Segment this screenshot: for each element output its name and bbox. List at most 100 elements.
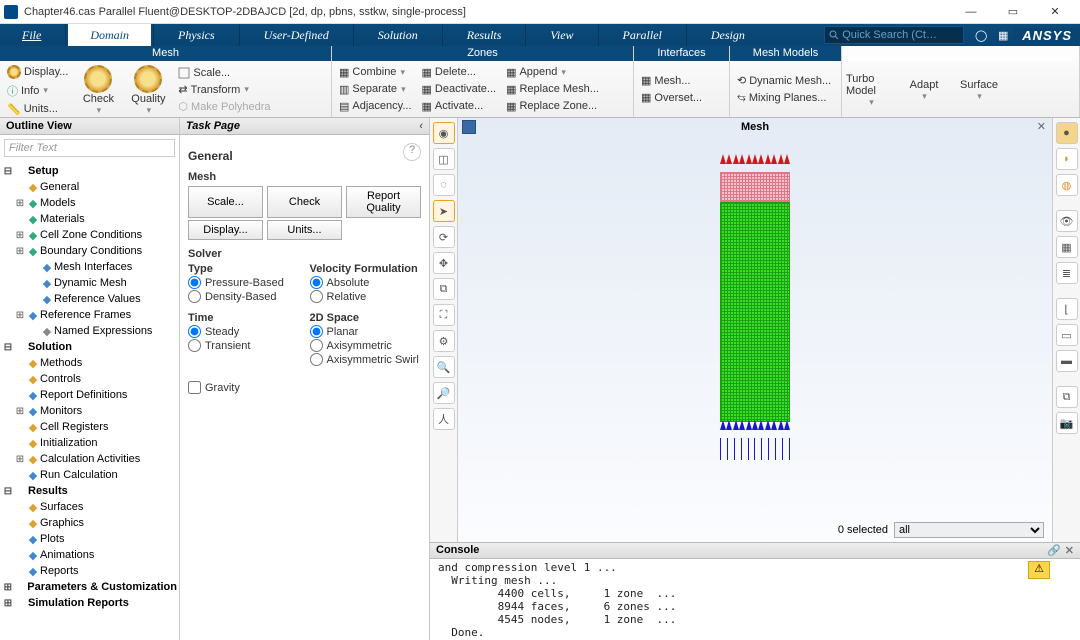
- menu-results[interactable]: Results: [445, 24, 524, 46]
- replace-mesh-button[interactable]: ▦Replace Mesh...: [503, 82, 602, 97]
- dynamic-mesh-button[interactable]: ⟲Dynamic Mesh...: [734, 73, 834, 88]
- task-report-quality-button[interactable]: Report Quality: [346, 186, 421, 218]
- tree-node[interactable]: ⊟Solution: [0, 339, 179, 355]
- task-display-button[interactable]: Display...: [188, 220, 263, 240]
- turbo-model-button[interactable]: Turbo Model▾: [846, 63, 896, 117]
- make-polyhedra-button[interactable]: ⬡Make Polyhedra: [175, 99, 273, 114]
- drop-icon[interactable]: ◗: [1056, 148, 1078, 170]
- task-check-button[interactable]: Check: [267, 186, 342, 218]
- object-icon[interactable]: ◍: [1056, 174, 1078, 196]
- tree-node[interactable]: ◆Surfaces: [0, 499, 179, 515]
- console-output[interactable]: and compression level 1 ... Writing mesh…: [430, 559, 1080, 640]
- check-button[interactable]: Check▾: [75, 63, 121, 117]
- tree-node[interactable]: ⊞◆Cell Zone Conditions: [0, 227, 179, 243]
- ruler-icon[interactable]: ▬: [1056, 350, 1078, 372]
- tree-node[interactable]: ◆Plots: [0, 531, 179, 547]
- tree-node[interactable]: ⊞◆Monitors: [0, 403, 179, 419]
- quality-button[interactable]: Quality▾: [125, 63, 171, 117]
- tree-node[interactable]: ◆Controls: [0, 371, 179, 387]
- tree-node[interactable]: ⊟Setup: [0, 163, 179, 179]
- task-close-icon[interactable]: ‹: [419, 120, 423, 132]
- pointer-icon[interactable]: ➤: [433, 200, 455, 222]
- tree-node[interactable]: ◆Animations: [0, 547, 179, 563]
- relative-radio[interactable]: Relative: [310, 290, 422, 303]
- maximize-button[interactable]: ▭: [992, 1, 1034, 23]
- help-icon[interactable]: ◯: [970, 29, 992, 42]
- density-based-radio[interactable]: Density-Based: [188, 290, 300, 303]
- tree-node[interactable]: ◆Named Expressions: [0, 323, 179, 339]
- menu-solution[interactable]: Solution: [356, 24, 440, 46]
- quick-search[interactable]: Quick Search (Ct…: [824, 26, 964, 44]
- surface-button[interactable]: Surface▾: [952, 63, 1006, 117]
- planar-radio[interactable]: Planar: [310, 325, 422, 338]
- bar-icon[interactable]: ▭: [1056, 324, 1078, 346]
- tree-node[interactable]: ⊞◆Boundary Conditions: [0, 243, 179, 259]
- tree-node[interactable]: ◆Reference Values: [0, 291, 179, 307]
- tree-node[interactable]: ⊞Parameters & Customization: [0, 579, 179, 595]
- tree-node[interactable]: ◆Methods: [0, 355, 179, 371]
- camera-icon[interactable]: 📷: [1056, 412, 1078, 434]
- tree-node[interactable]: ◆General: [0, 179, 179, 195]
- layers-icon[interactable]: ≣: [1056, 262, 1078, 284]
- display-button[interactable]: Display...: [4, 64, 71, 80]
- menu-view[interactable]: View: [528, 24, 595, 46]
- console-link-icon[interactable]: 🔗: [1047, 544, 1061, 557]
- activate-button[interactable]: ▦Activate...: [419, 99, 500, 114]
- task-scale-button[interactable]: Scale...: [188, 186, 263, 218]
- absolute-radio[interactable]: Absolute: [310, 276, 422, 289]
- tree-node[interactable]: ⊞◆Calculation Activities: [0, 451, 179, 467]
- tree-node[interactable]: ◆Run Calculation: [0, 467, 179, 483]
- combine-button[interactable]: ▦Combine▾: [336, 65, 415, 80]
- graphics-viewport[interactable]: ◉ ◫ ◌ ➤ ⟳ ✥ ⧉ ⛶ ⚙ 🔍 🔎 人 Mesh ✕: [430, 118, 1080, 542]
- selection-filter[interactable]: all: [894, 522, 1044, 538]
- tree-node[interactable]: ◆Reports: [0, 563, 179, 579]
- tree-node[interactable]: ⊞◆Models: [0, 195, 179, 211]
- tree-node[interactable]: ◆Graphics: [0, 515, 179, 531]
- chart-icon[interactable]: ⌊: [1056, 298, 1078, 320]
- transform-button[interactable]: ⇄Transform▾: [175, 82, 273, 97]
- mixing-planes-button[interactable]: ⥃Mixing Planes...: [734, 90, 834, 105]
- tree-node[interactable]: ◆Report Definitions: [0, 387, 179, 403]
- tree-node[interactable]: ◆Materials: [0, 211, 179, 227]
- console-clear-icon[interactable]: ✕: [1065, 544, 1074, 557]
- tools-icon[interactable]: ⚙: [433, 330, 455, 352]
- adjacency-button[interactable]: ▤Adjacency...: [336, 99, 415, 114]
- warning-icon[interactable]: ⚠: [1028, 561, 1050, 579]
- viewport-close-icon[interactable]: ✕: [1037, 120, 1046, 133]
- menu-parallel[interactable]: Parallel: [601, 24, 684, 46]
- fit-icon[interactable]: ⛶: [433, 304, 455, 326]
- rotate-icon[interactable]: ⟳: [433, 226, 455, 248]
- task-units-button[interactable]: Units...: [267, 220, 342, 240]
- outline-tree[interactable]: ⊟Setup◆General⊞◆Models◆Materials⊞◆Cell Z…: [0, 161, 179, 640]
- sphere-icon[interactable]: ●: [1056, 122, 1078, 144]
- deactivate-button[interactable]: ▦Deactivate...: [419, 82, 500, 97]
- steady-radio[interactable]: Steady: [188, 325, 300, 338]
- filter-input[interactable]: Filter Text: [4, 139, 175, 157]
- cube-icon[interactable]: ◫: [433, 148, 455, 170]
- zoom-out-icon[interactable]: 🔎: [433, 382, 455, 404]
- delete-button[interactable]: ▦Delete...: [419, 65, 500, 80]
- mesh-canvas[interactable]: Mesh ✕ 0 selected all: [458, 118, 1052, 542]
- info-button[interactable]: ⓘInfo▾: [4, 82, 71, 100]
- axisymmetric-swirl-radio[interactable]: Axisymmetric Swirl: [310, 353, 422, 366]
- zoom-in-icon[interactable]: 🔍: [433, 356, 455, 378]
- interfaces-mesh-button[interactable]: ▦Mesh...: [638, 73, 705, 88]
- help-icon[interactable]: ?: [403, 143, 421, 161]
- options-icon[interactable]: ▦: [992, 29, 1014, 42]
- separate-button[interactable]: ▥Separate▾: [336, 82, 415, 97]
- zoom-box-icon[interactable]: ⧉: [433, 278, 455, 300]
- pan-icon[interactable]: ✥: [433, 252, 455, 274]
- axis-icon[interactable]: 人: [433, 408, 455, 430]
- menu-user-defined[interactable]: User-Defined: [242, 24, 351, 46]
- overset-button[interactable]: ▦Overset...: [638, 90, 705, 105]
- menu-file[interactable]: File: [0, 24, 63, 46]
- tree-node[interactable]: ⊞Simulation Reports: [0, 595, 179, 611]
- adapt-button[interactable]: Adapt▾: [900, 63, 948, 117]
- replace-zone-button[interactable]: ▦Replace Zone...: [503, 99, 602, 114]
- minimize-button[interactable]: —: [950, 1, 992, 23]
- view-tab[interactable]: [462, 120, 476, 134]
- tree-node[interactable]: ◆Initialization: [0, 435, 179, 451]
- menu-design[interactable]: Design: [689, 24, 767, 46]
- gravity-checkbox[interactable]: Gravity: [188, 381, 421, 394]
- pressure-based-radio[interactable]: Pressure-Based: [188, 276, 300, 289]
